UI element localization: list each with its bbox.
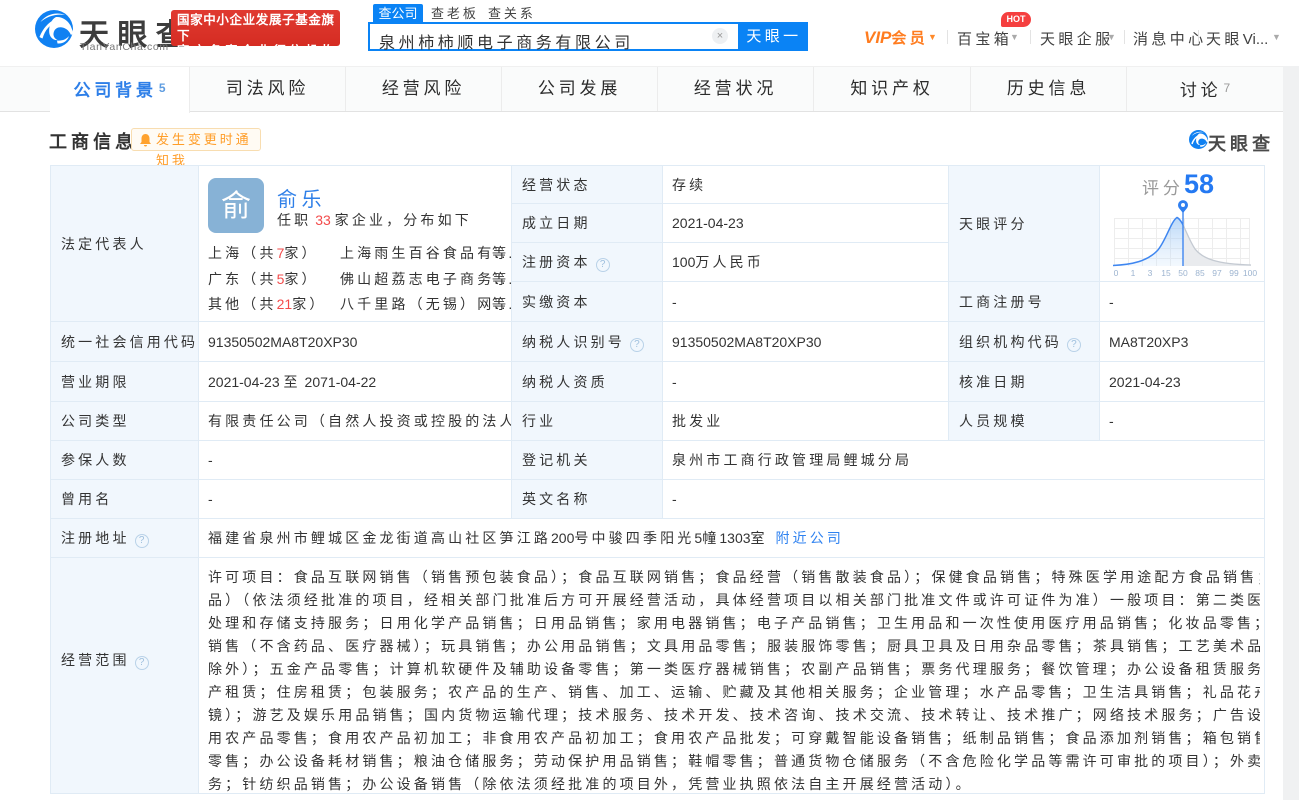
svg-text:97: 97 [1212, 268, 1222, 278]
svg-text:1: 1 [1131, 268, 1136, 278]
svg-text:3: 3 [1148, 268, 1153, 278]
svg-text:85: 85 [1195, 268, 1205, 278]
svg-text:15: 15 [1161, 268, 1171, 278]
svg-text:0: 0 [1114, 268, 1119, 278]
svg-text:100: 100 [1243, 268, 1257, 278]
svg-text:50: 50 [1178, 268, 1188, 278]
svg-text:99: 99 [1229, 268, 1239, 278]
